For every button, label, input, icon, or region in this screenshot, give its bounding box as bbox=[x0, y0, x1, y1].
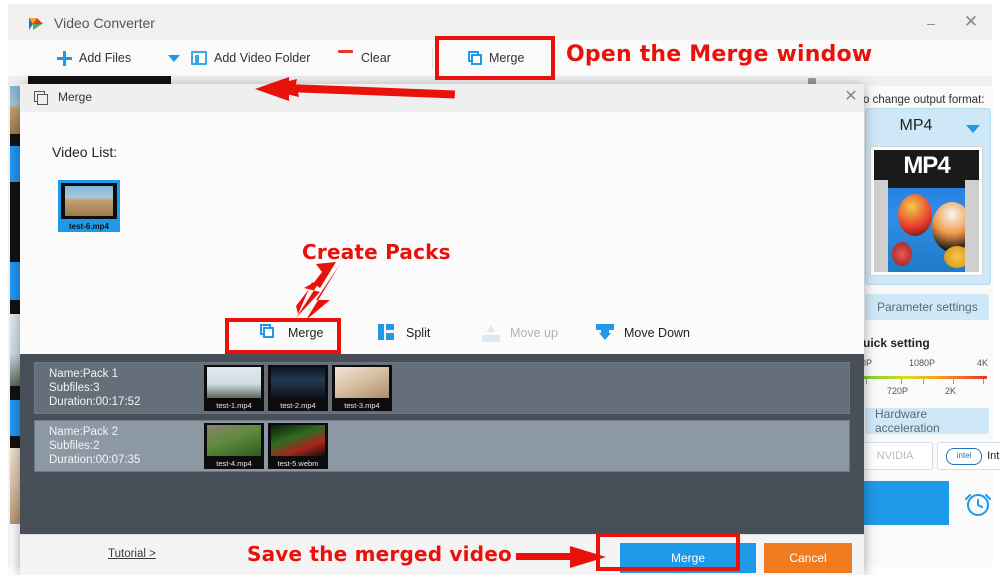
clear-button[interactable]: Clear bbox=[338, 40, 391, 76]
table-row[interactable]: Name:Pack 2 Subfiles:2 Duration:00:07:35… bbox=[34, 420, 850, 472]
hardware-acceleration-button[interactable]: Hardware acceleration bbox=[865, 407, 989, 435]
add-files-label: Add Files bbox=[79, 51, 132, 65]
add-files-button[interactable]: Add Files bbox=[56, 40, 131, 76]
app-title: Video Converter bbox=[54, 15, 155, 31]
annotation-save-merged-video: Save the merged video bbox=[247, 542, 512, 566]
chevron-down-icon bbox=[168, 54, 180, 62]
nvidia-label: NVIDIA bbox=[876, 450, 914, 462]
output-format-hint: o change output format: bbox=[863, 94, 985, 106]
pack-thumbnail[interactable]: test-1.mp4 bbox=[204, 365, 264, 411]
pack-name: Name:Pack 2 bbox=[49, 426, 119, 438]
close-window-button[interactable]: ✕ bbox=[960, 13, 982, 32]
nvidia-toggle[interactable]: NVIDIA bbox=[857, 442, 933, 470]
app-logo-icon bbox=[28, 16, 44, 32]
split-button[interactable]: Split bbox=[378, 312, 430, 354]
highlight-merge-confirm bbox=[596, 533, 740, 571]
pack-thumbnail-label: test-5.webm bbox=[277, 459, 319, 468]
plus-icon bbox=[56, 50, 72, 66]
split-label: Split bbox=[406, 326, 431, 340]
tutorial-link[interactable]: Tutorial > bbox=[108, 548, 156, 560]
merge-dialog-title: Merge bbox=[58, 90, 93, 104]
pack-thumbnail[interactable]: test-4.mp4 bbox=[204, 423, 264, 469]
move-up-icon bbox=[482, 324, 500, 342]
pack-thumbnails: test-4.mp4 test-5.webm bbox=[204, 423, 328, 469]
minimize-button[interactable]: – bbox=[920, 16, 942, 32]
quality-label-720p: 720P bbox=[887, 386, 909, 396]
arrow-to-create-packs bbox=[296, 262, 366, 322]
table-row[interactable]: Name:Pack 1 Subfiles:3 Duration:00:17:52… bbox=[34, 362, 850, 414]
annotation-open-merge-window: Open the Merge window bbox=[566, 42, 873, 67]
clear-label: Clear bbox=[361, 51, 391, 65]
pack-name: Name:Pack 1 bbox=[49, 368, 119, 380]
quick-setting-label: uick setting bbox=[863, 336, 930, 350]
chevron-down-icon[interactable] bbox=[966, 125, 980, 133]
output-format-value: MP4 bbox=[899, 117, 933, 134]
merge-dialog-actions: Merge Split Move up Move Down bbox=[20, 312, 864, 354]
quality-label-1080p: 1080P bbox=[909, 358, 936, 368]
move-down-label: Move Down bbox=[624, 326, 690, 340]
video-list-item-label: test-6.mp4 bbox=[68, 222, 109, 231]
add-files-dropdown-button[interactable] bbox=[168, 40, 180, 76]
arrow-to-merge-dialog bbox=[255, 72, 455, 102]
move-up-button: Move up bbox=[482, 312, 558, 354]
merge-dialog-body: Video List: test-6.mp4 Merge Split Move … bbox=[20, 112, 864, 354]
format-thumbnail: MP4 bbox=[870, 146, 983, 276]
format-thumbnail-label: MP4 bbox=[903, 152, 950, 179]
pack-thumbnails: test-1.mp4 test-2.mp4 test-3.mp4 bbox=[204, 365, 392, 411]
move-down-button[interactable]: Move Down bbox=[596, 312, 690, 354]
video-list-label: Video List: bbox=[52, 144, 118, 160]
intel-logo-icon: intel bbox=[946, 447, 983, 465]
pack-thumbnail-label: test-1.mp4 bbox=[216, 401, 252, 410]
move-up-label: Move up bbox=[510, 326, 558, 340]
arrow-to-merge-confirm bbox=[516, 546, 608, 568]
split-icon bbox=[378, 324, 396, 342]
quality-labels-top: 0P 1080P 4K bbox=[861, 358, 993, 372]
pack-thumbnail-label: test-2.mp4 bbox=[280, 401, 316, 410]
output-format-panel: o change output format: MP4 MP4 Paramete… bbox=[843, 86, 1000, 567]
quality-labels-bottom: 720P 2K bbox=[861, 386, 993, 400]
quality-label-4k: 4K bbox=[977, 358, 989, 368]
quality-slider[interactable] bbox=[863, 376, 987, 379]
pack-subfiles: Subfiles:3 bbox=[49, 382, 100, 394]
pack-thumbnail-label: test-4.mp4 bbox=[216, 459, 252, 468]
intel-label: Intel bbox=[987, 450, 1000, 462]
merge-icon bbox=[34, 91, 48, 105]
annotation-create-packs: Create Packs bbox=[302, 240, 451, 264]
hardware-acceleration-label: Hardware acceleration bbox=[875, 407, 940, 435]
parameter-settings-button[interactable]: Parameter settings bbox=[865, 294, 989, 320]
add-video-folder-label: Add Video Folder bbox=[214, 51, 311, 65]
highlight-create-pack-merge bbox=[225, 318, 341, 354]
folder-icon bbox=[191, 51, 207, 65]
pack-thumbnail[interactable]: test-3.mp4 bbox=[332, 365, 392, 411]
trash-icon bbox=[338, 50, 354, 66]
cancel-button[interactable]: Cancel bbox=[764, 543, 852, 573]
pack-thumbnail-label: test-3.mp4 bbox=[344, 401, 380, 410]
pack-subfiles: Subfiles:2 bbox=[49, 440, 100, 452]
pack-thumbnail[interactable]: test-5.webm bbox=[268, 423, 328, 469]
quality-label-2k: 2K bbox=[945, 386, 957, 396]
move-down-icon bbox=[596, 324, 614, 342]
merge-dialog: Merge ✕ Video List: test-6.mp4 Merge Spl… bbox=[20, 84, 864, 575]
pack-duration: Duration:00:17:52 bbox=[49, 396, 141, 408]
parameter-settings-label: Parameter settings bbox=[877, 300, 978, 314]
pack-list: Name:Pack 1 Subfiles:3 Duration:00:17:52… bbox=[20, 354, 864, 534]
merge-dialog-close-button[interactable]: ✕ bbox=[842, 88, 860, 106]
add-video-folder-button[interactable]: Add Video Folder bbox=[191, 40, 310, 76]
pack-duration: Duration:00:07:35 bbox=[49, 454, 141, 466]
pack-thumbnail[interactable]: test-2.mp4 bbox=[268, 365, 328, 411]
alarm-clock-icon[interactable] bbox=[961, 486, 995, 520]
intel-toggle[interactable]: intel Intel bbox=[937, 442, 1000, 470]
output-format-selector[interactable]: MP4 MP4 bbox=[865, 108, 991, 285]
toolbar-divider bbox=[432, 48, 433, 68]
video-list-item[interactable]: test-6.mp4 bbox=[58, 180, 120, 232]
video-converter-window: Video Converter – ✕ Add Files Add Video … bbox=[0, 0, 1000, 575]
